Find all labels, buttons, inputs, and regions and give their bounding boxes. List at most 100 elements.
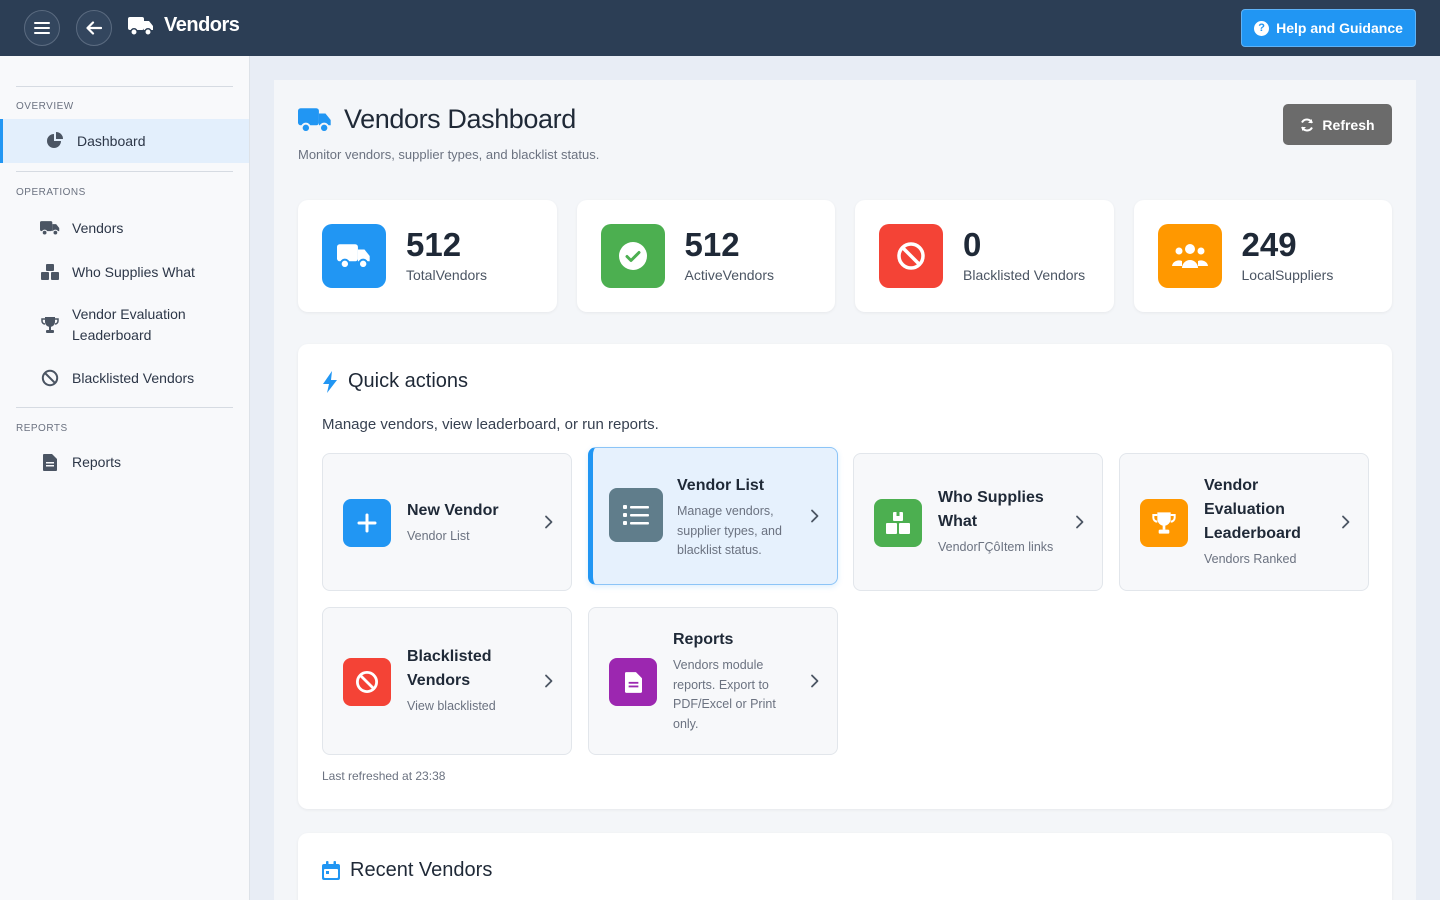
sidebar-item-label: Dashboard — [77, 133, 146, 149]
refresh-label: Refresh — [1322, 116, 1375, 133]
stat-card-total-vendors: 512 TotalVendors — [298, 200, 557, 312]
calendar-icon — [322, 861, 340, 880]
tile-description: Manage vendors, supplier types, and blac… — [677, 504, 782, 557]
quick-action-reports[interactable]: Reports Vendors module reports. Export t… — [588, 607, 838, 755]
tile-text: Blacklisted Vendors View blacklisted — [407, 645, 537, 717]
quick-action-who-supplies-what[interactable]: Who Supplies What VendorΓÇôItem links — [853, 453, 1103, 591]
tile-title: Who Supplies What — [938, 489, 1044, 530]
sidebar-item-vendor-evaluation-leaderboard[interactable]: Vendor Evaluation Leaderboard — [0, 294, 249, 356]
truck-icon — [40, 221, 60, 236]
page-title-text: Vendors Dashboard — [344, 104, 576, 134]
sidebar-divider — [16, 171, 233, 172]
stat-label: LocalSuppliers — [1241, 267, 1334, 283]
sidebar-item-label: Reports — [72, 454, 122, 470]
ban-icon — [897, 242, 925, 270]
recent-vendors-card: Recent Vendors — [298, 833, 1392, 900]
hamburger-icon — [34, 22, 50, 34]
recent-vendors-title-text: Recent Vendors — [350, 859, 493, 881]
sidebar-item-label: Blacklisted Vendors — [72, 370, 195, 386]
stat-icon-box — [600, 224, 665, 288]
pie-chart-icon — [47, 132, 63, 148]
stat-icon-box — [322, 224, 386, 288]
bolt-icon — [323, 370, 337, 393]
file-icon — [43, 453, 57, 471]
stat-value: 249 — [1241, 226, 1297, 263]
stat-value: 512 — [684, 226, 740, 263]
chevron-right-icon — [545, 515, 553, 529]
tile-text: Vendor Evaluation Leaderboard Vendors Ra… — [1204, 474, 1334, 570]
sidebar-divider — [16, 407, 233, 408]
page-title: Vendors Dashboard — [298, 104, 599, 135]
sidebar-item-reports[interactable]: Reports — [0, 440, 249, 484]
main-content: Vendors Dashboard Monitor vendors, suppl… — [274, 80, 1416, 900]
chevron-right-icon — [1076, 515, 1084, 529]
quick-action-vendor-list[interactable]: Vendor List Manage vendors, supplier typ… — [588, 447, 838, 585]
file-icon — [624, 671, 642, 693]
tile-icon-box — [1140, 499, 1188, 547]
sidebar: OVERVIEW Dashboard OPERATIONS Vendors Wh… — [0, 56, 250, 900]
sidebar-divider — [16, 86, 233, 87]
stat-card-blacklisted-vendors: 0 Blacklisted Vendors — [855, 200, 1114, 312]
tile-description: Vendor List — [407, 529, 470, 543]
tile-description: Vendors Ranked — [1204, 552, 1297, 566]
tile-text: New Vendor Vendor List — [407, 499, 537, 547]
truck-icon — [298, 107, 331, 133]
tile-text: Who Supplies What VendorΓÇôItem links — [938, 486, 1068, 558]
page-header: Vendors Dashboard Monitor vendors, suppl… — [298, 104, 599, 162]
stat-card-local-suppliers: 249 LocalSuppliers — [1133, 200, 1392, 312]
app-title-text: Vendors — [164, 14, 240, 36]
stat-label: TotalVendors — [406, 267, 487, 283]
tile-description: VendorΓÇôItem links — [938, 540, 1054, 554]
tile-icon-box — [609, 488, 663, 542]
menu-button[interactable] — [24, 10, 60, 46]
sidebar-item-vendors[interactable]: Vendors — [0, 206, 249, 250]
check-circle-icon — [618, 242, 647, 270]
stat-value: 0 — [963, 226, 982, 263]
question-circle-icon: ? — [1254, 20, 1270, 36]
stat-value: 512 — [406, 226, 462, 263]
sidebar-item-dashboard[interactable]: Dashboard — [0, 119, 249, 163]
tile-title: Blacklisted Vendors — [407, 648, 492, 689]
stat-icon-box — [1157, 224, 1222, 288]
quick-action-vendor-evaluation-leaderboard[interactable]: Vendor Evaluation Leaderboard Vendors Ra… — [1119, 453, 1369, 591]
chevron-right-icon — [1342, 515, 1350, 529]
refresh-button[interactable]: Refresh — [1283, 104, 1392, 145]
last-refreshed-text: Last refreshed at 23:38 — [322, 769, 446, 783]
back-button[interactable] — [76, 10, 112, 46]
arrow-left-icon — [86, 21, 102, 35]
tile-icon-box — [343, 499, 391, 547]
ban-icon — [356, 671, 378, 693]
trophy-icon — [1152, 512, 1176, 534]
sidebar-section-reports: REPORTS — [16, 423, 68, 434]
stat-card-active-vendors: 512 ActiveVendors — [576, 200, 835, 312]
ban-icon — [41, 369, 59, 387]
tile-description: View blacklisted — [407, 699, 496, 713]
refresh-icon — [1301, 118, 1314, 131]
recent-vendors-title: Recent Vendors — [322, 859, 492, 882]
tile-title: New Vendor — [407, 502, 499, 519]
top-bar: Vendors ? Help and Guidance — [0, 0, 1440, 56]
app-title: Vendors — [128, 14, 240, 37]
quick-action-blacklisted-vendors[interactable]: Blacklisted Vendors View blacklisted — [322, 607, 572, 755]
quick-actions-card: Quick actions Manage vendors, view leade… — [298, 344, 1392, 809]
page-subtitle: Monitor vendors, supplier types, and bla… — [298, 147, 600, 162]
sidebar-item-label: Vendors — [72, 220, 124, 236]
chevron-right-icon — [545, 674, 553, 688]
tile-description: Vendors module reports. Export to PDF/Ex… — [673, 658, 776, 731]
quick-action-new-vendor[interactable]: New Vendor Vendor List — [322, 453, 572, 591]
users-icon — [1171, 244, 1208, 268]
tile-title: Reports — [673, 631, 734, 648]
sidebar-item-blacklisted-vendors[interactable]: Blacklisted Vendors — [0, 356, 249, 400]
quick-actions-title-text: Quick actions — [348, 370, 469, 392]
sidebar-item-label: Vendor Evaluation Leaderboard — [72, 306, 186, 343]
stat-label: ActiveVendors — [684, 267, 775, 283]
sidebar-item-who-supplies-what[interactable]: Who Supplies What — [0, 250, 249, 294]
truck-icon — [337, 244, 370, 270]
tile-text: Reports Vendors module reports. Export t… — [673, 628, 803, 734]
tile-title: Vendor List — [677, 477, 765, 494]
stats-row: 512 TotalVendors 512 ActiveVendors 0 Bla… — [298, 200, 1392, 312]
sidebar-section-overview: OVERVIEW — [16, 101, 74, 112]
boxes-icon — [41, 264, 59, 280]
help-and-guidance-button[interactable]: ? Help and Guidance — [1241, 9, 1416, 47]
boxes-icon — [886, 512, 910, 534]
